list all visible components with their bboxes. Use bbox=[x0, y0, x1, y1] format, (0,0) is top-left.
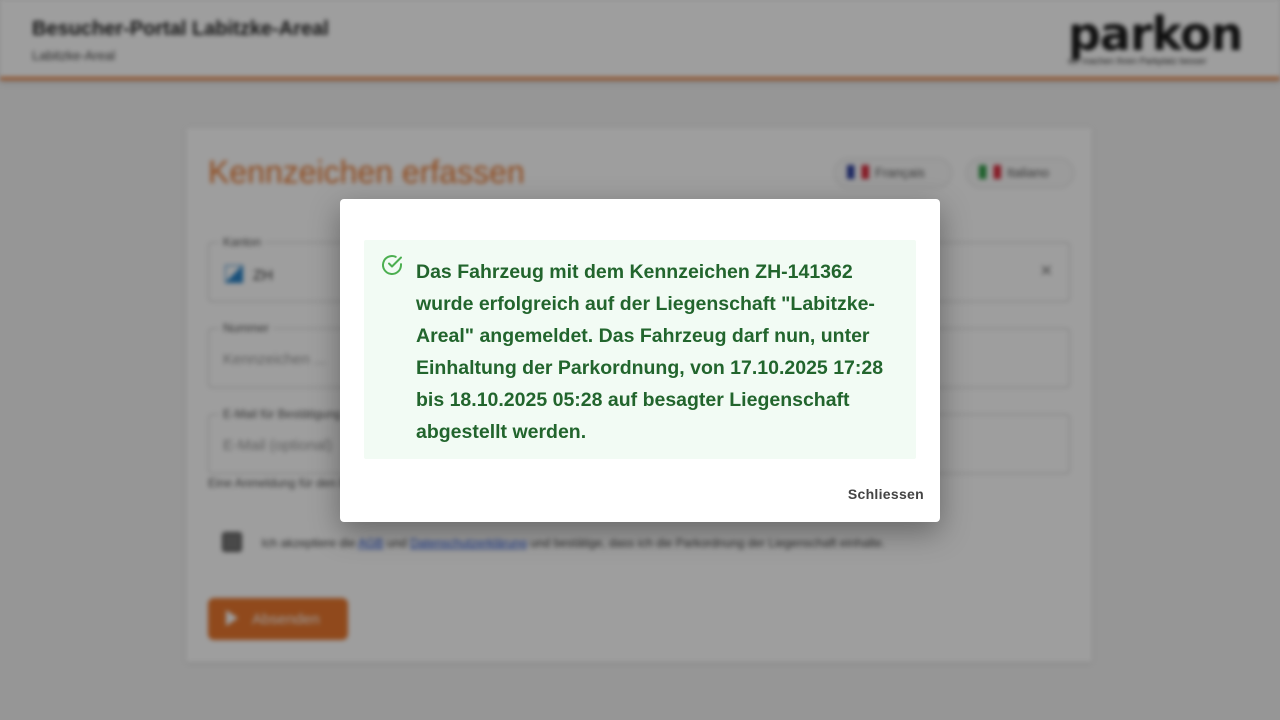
check-circle-icon bbox=[382, 255, 402, 275]
close-button[interactable]: Schliessen bbox=[848, 486, 924, 502]
success-alert: Das Fahrzeug mit dem Kennzeichen ZH-1413… bbox=[364, 240, 916, 459]
success-message: Das Fahrzeug mit dem Kennzeichen ZH-1413… bbox=[416, 261, 884, 443]
success-dialog: Das Fahrzeug mit dem Kennzeichen ZH-1413… bbox=[340, 199, 940, 522]
